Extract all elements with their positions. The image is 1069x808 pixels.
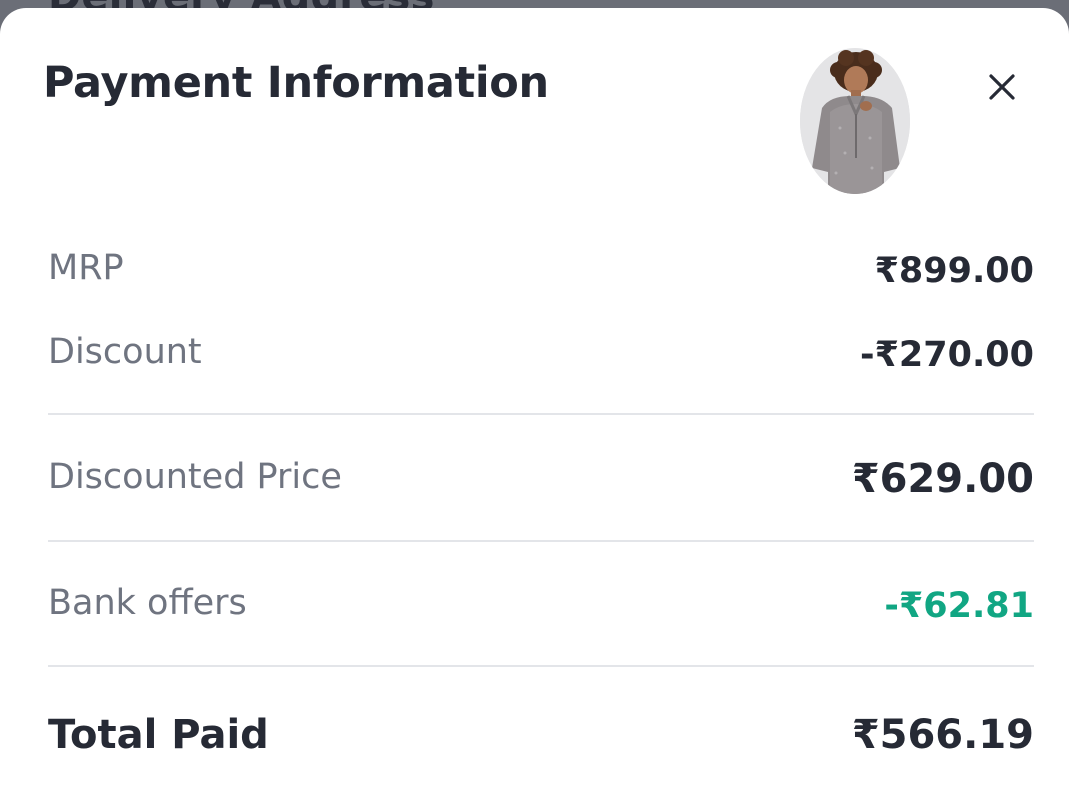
product-thumbnail [800, 48, 910, 194]
mrp-value: ₹899.00 [874, 251, 1034, 291]
mrp-label: MRP [48, 248, 124, 288]
mrp-row: MRP ₹899.00 [48, 248, 1034, 308]
bank-offers-row: Bank offers -₹62.81 [48, 583, 1034, 643]
close-button[interactable] [979, 64, 1025, 110]
discounted-price-row: Discounted Price ₹629.00 [48, 456, 1034, 517]
payment-information-sheet: Payment Information MRP ₹899.00 Discount… [0, 8, 1069, 808]
bank-offers-value: -₹62.81 [884, 586, 1034, 626]
discount-label: Discount [48, 332, 202, 372]
total-paid-row: Total Paid ₹566.19 [48, 712, 1034, 772]
person-sweater-photo [800, 48, 910, 194]
discount-value: -₹270.00 [860, 335, 1034, 375]
discounted-price-value: ₹629.00 [851, 456, 1034, 502]
discount-row: Discount -₹270.00 [48, 332, 1034, 392]
sheet-title: Payment Information [43, 58, 549, 108]
divider [48, 540, 1034, 542]
discounted-price-label: Discounted Price [48, 457, 342, 497]
close-icon [989, 74, 1015, 100]
divider [48, 413, 1034, 415]
total-paid-value: ₹566.19 [851, 712, 1034, 758]
divider [48, 665, 1034, 667]
bank-offers-label: Bank offers [48, 583, 247, 623]
total-paid-label: Total Paid [48, 712, 269, 758]
